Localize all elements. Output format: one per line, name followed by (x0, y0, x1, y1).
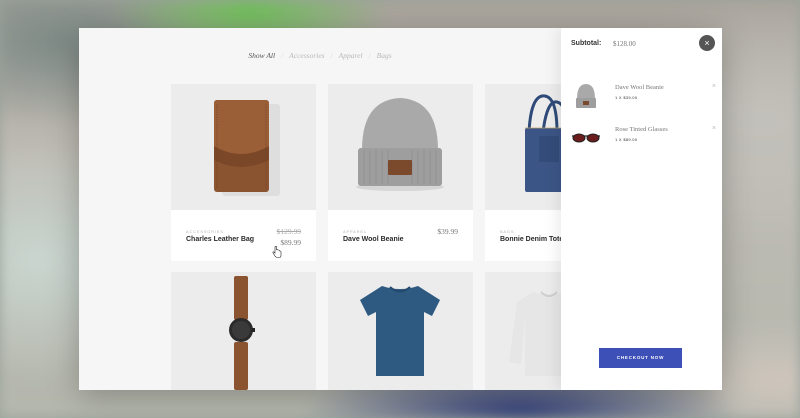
product-card[interactable]: Accessories Charles Leather Bag $129.99 … (171, 84, 316, 261)
subtotal-label: Subtotal: (571, 40, 602, 47)
product-name[interactable]: Bonnie Denim Tote (500, 236, 563, 243)
cart-item: Dave Wool Beanie 1 X $39.00 × (571, 82, 716, 112)
tshirt-image (360, 286, 440, 376)
filter-accessories[interactable]: Accessories (289, 51, 324, 60)
product-price: $39.99 (437, 227, 458, 236)
remove-icon[interactable]: × (712, 125, 716, 132)
product-image[interactable] (328, 84, 473, 210)
product-category: Apparel (343, 229, 367, 234)
product-price: $89.99 (280, 238, 301, 247)
product-category: Accessories (186, 229, 224, 234)
product-card[interactable] (328, 272, 473, 390)
cart-item: Rose Tinted Glasses 1 X $89.00 × (571, 124, 716, 154)
product-category: Bags (500, 229, 515, 234)
filter-show-all[interactable]: Show All (248, 51, 275, 60)
close-icon[interactable]: × (699, 35, 715, 51)
cart-panel: Subtotal: $128.00 × Dave Wool Beanie 1 X… (561, 28, 722, 390)
cart-item-quantity: 1 X $89.00 (615, 137, 638, 142)
product-image[interactable] (171, 84, 316, 210)
product-image[interactable] (171, 272, 316, 390)
product-name[interactable]: Charles Leather Bag (186, 236, 254, 243)
product-image[interactable] (328, 272, 473, 390)
glasses-thumbnail (572, 133, 600, 143)
hand-cursor-icon (272, 246, 282, 258)
beanie-thumbnail (576, 84, 596, 108)
product-card[interactable]: Apparel Dave Wool Beanie $39.99 (328, 84, 473, 261)
subtotal-value: $128.00 (613, 40, 636, 48)
filter-bags[interactable]: Bags (377, 51, 392, 60)
product-old-price: $129.99 (276, 227, 301, 236)
product-name[interactable]: Dave Wool Beanie (343, 236, 404, 243)
leather-bag-image (214, 100, 280, 196)
category-filters: Show All / Accessories / Apparel / Bags (79, 51, 561, 60)
remove-icon[interactable]: × (712, 83, 716, 90)
shop-window: Show All / Accessories / Apparel / Bags … (79, 28, 722, 390)
filter-separator: / (368, 51, 371, 60)
product-info: Accessories Charles Leather Bag $129.99 … (171, 210, 316, 261)
filter-apparel[interactable]: Apparel (339, 51, 363, 60)
filter-separator: / (281, 51, 284, 60)
checkout-button[interactable]: CHECKOUT NOW (599, 348, 682, 368)
watch-image (229, 276, 255, 390)
product-card[interactable] (171, 272, 316, 390)
cart-item-quantity: 1 X $39.00 (615, 95, 638, 100)
cart-item-name[interactable]: Rose Tinted Glasses (615, 126, 668, 133)
product-info: Apparel Dave Wool Beanie $39.99 (328, 210, 473, 261)
cart-item-name[interactable]: Dave Wool Beanie (615, 84, 664, 91)
wool-beanie-image (356, 98, 444, 191)
filter-separator: / (330, 51, 333, 60)
